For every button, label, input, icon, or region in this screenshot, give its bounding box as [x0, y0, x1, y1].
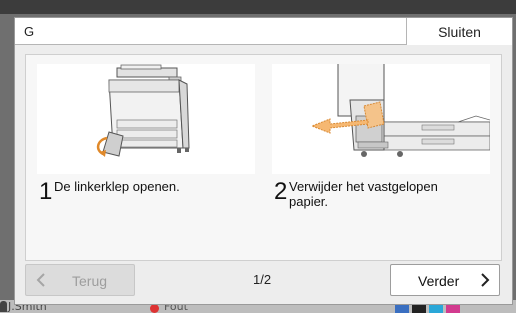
page-indicator: 1/2 — [253, 272, 272, 287]
close-button[interactable]: Sluiten — [406, 18, 512, 45]
instructions-panel: 1 De linkerklep openen. 2 Verwijder het … — [25, 54, 502, 261]
ink-level-1 — [395, 304, 409, 313]
ink-level-3 — [429, 304, 443, 313]
pagination-bar: Terug 1/2 Verder — [25, 262, 502, 300]
step-number: 1 — [39, 178, 53, 205]
back-button: Terug — [25, 264, 135, 296]
next-button[interactable]: Verder — [390, 264, 500, 296]
dialog-title: G — [24, 24, 35, 39]
chevron-right-icon — [480, 272, 490, 291]
paper-jam-dialog: G Sluiten 1 De linkerklep openen. 2 Verw… — [14, 17, 513, 305]
dialog-header: G Sluiten — [15, 18, 512, 45]
step-number: 2 — [274, 178, 288, 205]
error-icon — [150, 304, 159, 313]
user-icon — [0, 301, 7, 312]
remove-jammed-paper-illustration — [272, 64, 490, 174]
ink-level-2 — [412, 304, 426, 313]
chevron-left-icon — [36, 272, 46, 291]
next-button-label: Verder — [418, 273, 460, 289]
background-top-bar — [0, 0, 516, 14]
printer-open-left-cover-illustration — [37, 64, 255, 174]
ink-levels — [395, 304, 460, 313]
back-button-label: Terug — [72, 273, 108, 289]
step-text: Verwijder het vastgelopen papier. — [289, 179, 438, 209]
step-text: De linkerklep openen. — [54, 179, 180, 194]
ink-level-4 — [446, 304, 460, 313]
